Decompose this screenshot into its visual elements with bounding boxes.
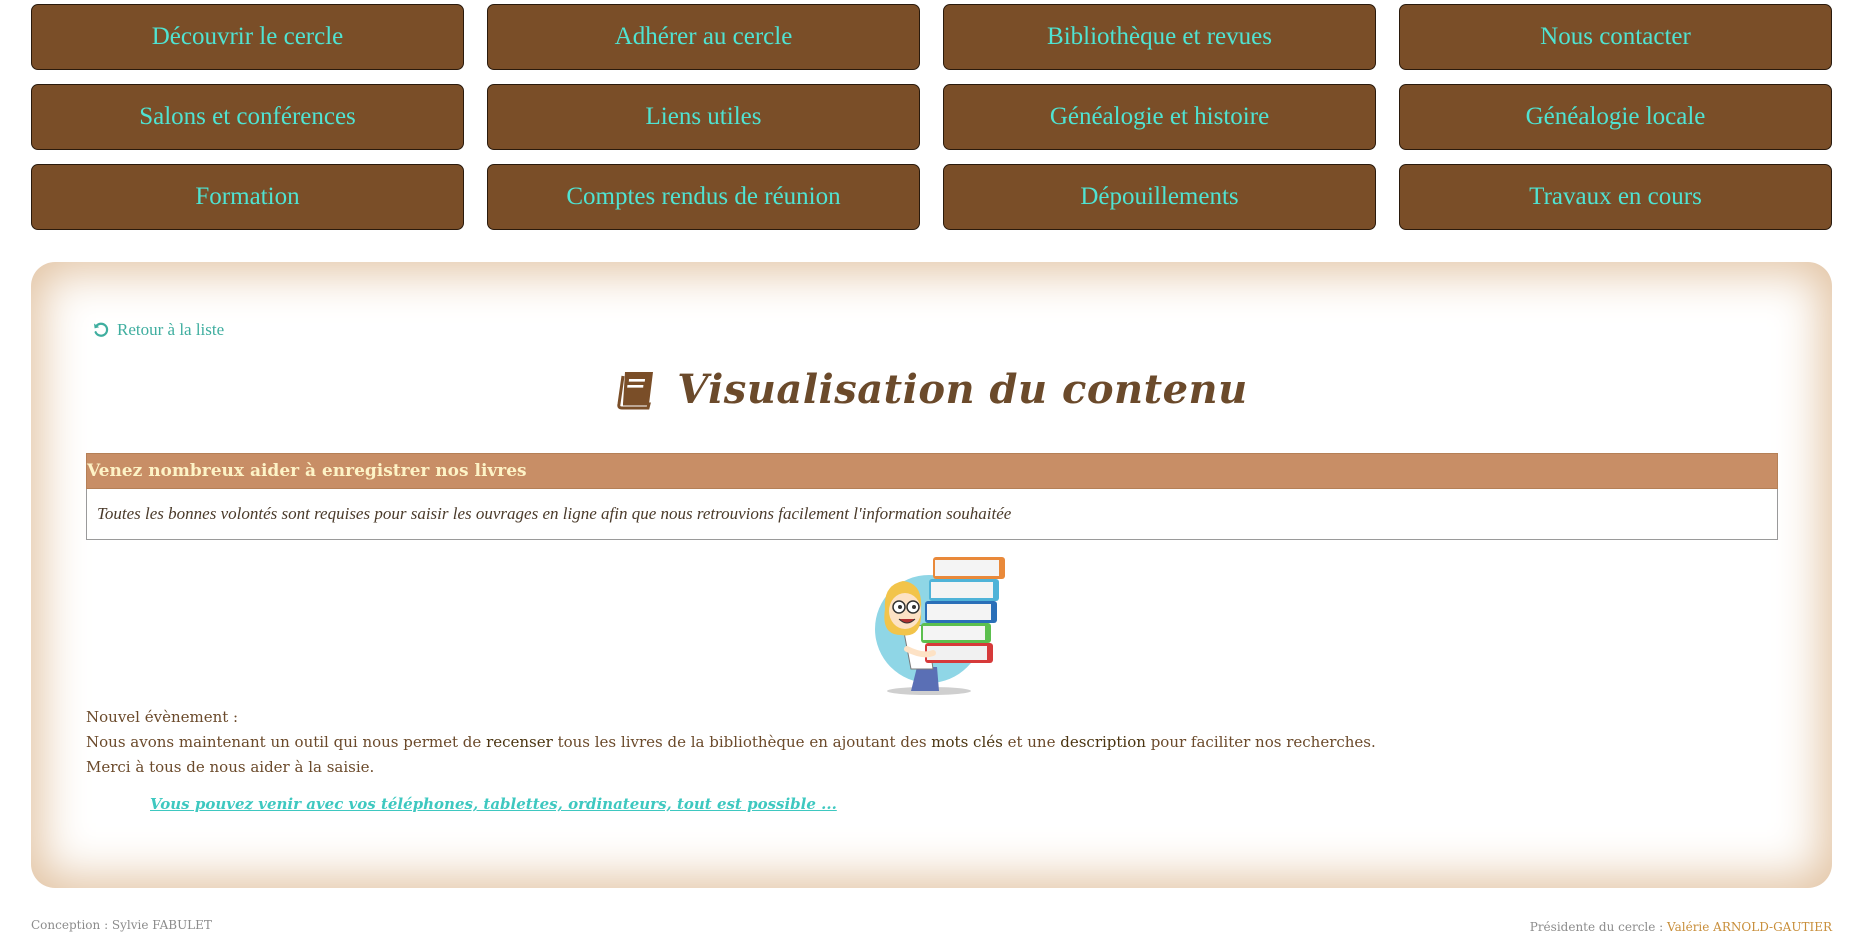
devices-welcome-link[interactable]: Vous pouvez venir avec vos téléphones, t…: [150, 795, 837, 813]
nav-adherer-au-cercle[interactable]: Adhérer au cercle: [487, 4, 920, 70]
nav-formation[interactable]: Formation: [31, 164, 464, 230]
nav-genealogie-et-histoire[interactable]: Généalogie et histoire: [943, 84, 1376, 150]
article-body: Nouvel évènement : Nous avons maintenant…: [86, 705, 1778, 780]
title-row: Visualisation du contenu: [31, 366, 1832, 413]
main-navigation: Découvrir le cercle Adhérer au cercle Bi…: [31, 4, 1832, 230]
content-panel: Retour à la liste Visualisation du conte…: [31, 262, 1832, 888]
article-summary: Toutes les bonnes volontés sont requises…: [86, 489, 1778, 540]
nav-liens-utiles[interactable]: Liens utiles: [487, 84, 920, 150]
back-to-list-link[interactable]: Retour à la liste: [93, 320, 224, 340]
nav-bibliotheque-et-revues[interactable]: Bibliothèque et revues: [943, 4, 1376, 70]
nav-travaux-en-cours[interactable]: Travaux en cours: [1399, 164, 1832, 230]
article-header: Venez nombreux aider à enregistrer nos l…: [86, 453, 1778, 540]
nav-nous-contacter[interactable]: Nous contacter: [1399, 4, 1832, 70]
nav-genealogie-locale[interactable]: Généalogie locale: [1399, 84, 1832, 150]
article-heading: Venez nombreux aider à enregistrer nos l…: [86, 453, 1778, 489]
nav-comptes-rendus[interactable]: Comptes rendus de réunion: [487, 164, 920, 230]
body-line-thanks: Merci à tous de nous aider à la saisie.: [86, 758, 375, 776]
body-line-event: Nouvel évènement :: [86, 708, 239, 726]
undo-icon: [94, 322, 109, 337]
back-to-list-label: Retour à la liste: [117, 320, 225, 339]
footer-credit: Conception : Sylvie FABULET: [31, 918, 212, 932]
president-name: Valérie ARNOLD-GAUTIER: [1667, 920, 1832, 934]
nav-salons-et-conferences[interactable]: Salons et conférences: [31, 84, 464, 150]
girl-carrying-books-illustration: [875, 557, 1005, 695]
nav-decouvrir-le-cercle[interactable]: Découvrir le cercle: [31, 4, 464, 70]
book-icon: [617, 371, 654, 409]
body-line-description: Nous avons maintenant un outil qui nous …: [86, 733, 1376, 751]
page-title: Visualisation du contenu: [677, 366, 1248, 413]
nav-depouillements[interactable]: Dépouillements: [943, 164, 1376, 230]
footer-president: Présidente du cercle : Valérie ARNOLD-GA…: [1529, 920, 1832, 934]
